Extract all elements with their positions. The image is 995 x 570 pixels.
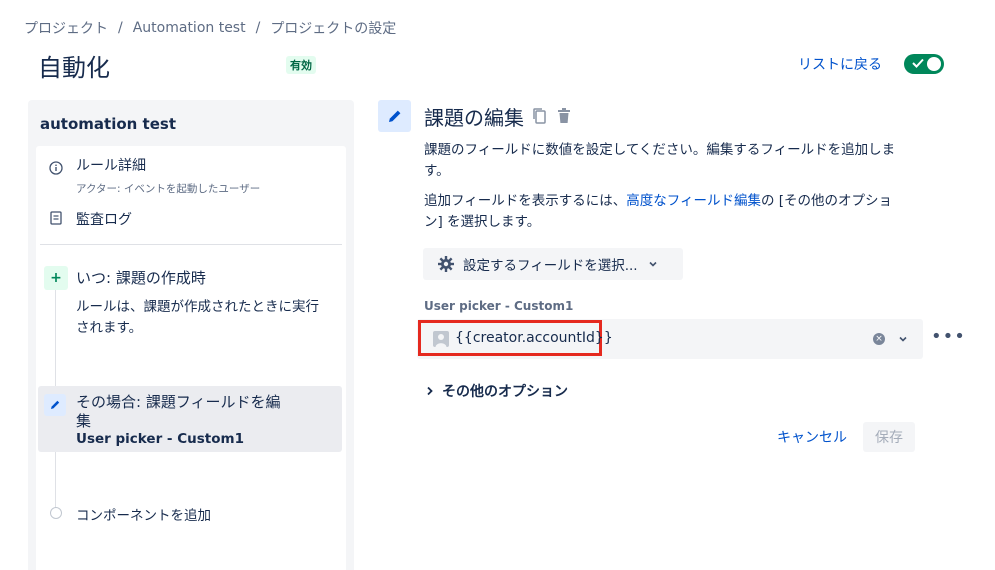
hint-suffix: の [その他のオプショ [760, 193, 893, 209]
rule-name: automation test [40, 115, 176, 133]
more-options-toggle[interactable]: その他のオプション [426, 381, 568, 401]
user-picker-value: {{creator.accountId}} [455, 330, 613, 346]
info-icon [48, 160, 64, 176]
plus-icon: + [44, 266, 68, 290]
audit-log-link[interactable]: 監査ログ [76, 209, 132, 229]
breadcrumb-separator: / [118, 20, 123, 36]
hint-line2: ン] を選択します。 [424, 214, 541, 230]
check-icon [912, 58, 924, 68]
avatar-icon [433, 331, 449, 347]
action-title-line1: その場合: 課題フィールドを編 [76, 393, 281, 411]
pencil-icon [44, 394, 66, 416]
add-component-link[interactable]: コンポーネントを追加 [76, 504, 211, 524]
toggle-knob [927, 57, 941, 71]
trigger-desc-line2: されます。 [76, 320, 143, 336]
status-badge: 有効 [286, 56, 316, 74]
save-button[interactable]: 保存 [863, 422, 915, 452]
document-icon [48, 210, 64, 226]
editor-title: 課題の編集 [424, 106, 524, 130]
divider [40, 244, 342, 245]
breadcrumb-projects[interactable]: プロジェクト [24, 18, 108, 38]
add-component-dot-icon [50, 507, 62, 519]
more-options-label: その他のオプション [442, 384, 568, 400]
hint-prefix: 追加フィールドを表示するには、 [424, 193, 627, 209]
page-title: 自動化 [38, 54, 110, 82]
rule-enabled-toggle[interactable] [904, 54, 944, 74]
editor-desc-line1: 課題のフィールドに数値を設定してください。編集するフィールドを追加しま [424, 142, 896, 158]
copy-icon[interactable] [532, 107, 548, 125]
clear-icon[interactable]: × [873, 333, 885, 345]
rule-actor-text: アクター: イベントを起動したユーザー [76, 183, 261, 195]
editor-advanced-hint: 追加フィールドを表示するには、高度なフィールド編集の [その他のオプショ ン] … [424, 191, 914, 233]
chevron-down-icon [649, 261, 657, 267]
action-field-name: User picker - Custom1 [76, 431, 244, 447]
breadcrumb: プロジェクト / Automation test / プロジェクトの設定 [24, 18, 396, 38]
user-picker-field[interactable]: {{creator.accountId}} × [417, 319, 923, 359]
back-to-list-link[interactable]: リストに戻る [798, 54, 882, 74]
cancel-button[interactable]: キャンセル [772, 422, 852, 452]
select-fields-button[interactable]: 設定するフィールドを選択... [423, 248, 683, 280]
field-label: User picker - Custom1 [424, 299, 574, 313]
more-actions-icon[interactable]: ••• [931, 326, 966, 347]
editor-description: 課題のフィールドに数値を設定してください。編集するフィールドを追加しま す。 [424, 140, 914, 182]
trigger-desc-line1: ルールは、課題が作成されたときに実行 [76, 299, 319, 315]
breadcrumb-settings[interactable]: プロジェクトの設定 [270, 18, 396, 38]
breadcrumb-project[interactable]: Automation test [133, 20, 246, 36]
gear-icon [438, 256, 454, 272]
trash-icon[interactable] [556, 107, 572, 125]
chevron-down-icon[interactable] [897, 333, 909, 345]
chevron-right-icon [427, 386, 433, 396]
edit-pencil-icon [378, 100, 411, 132]
breadcrumb-separator: / [255, 20, 261, 36]
action-title-line2: 集 [76, 412, 92, 430]
editor-desc-line2: す。 [424, 163, 450, 179]
action-component-selected[interactable]: その場合: 課題フィールドを編 集 User picker - Custom1 [38, 386, 342, 452]
rule-details-link[interactable]: ルール詳細 [76, 155, 146, 175]
rule-sidebar: automation test ルール詳細 アクター: イベントを起動したユーザ… [28, 100, 354, 570]
advanced-field-edit-link[interactable]: 高度なフィールド編集 [626, 193, 761, 209]
select-fields-label: 設定するフィールドを選択... [463, 258, 638, 274]
trigger-title[interactable]: いつ: 課題の作成時 [76, 267, 206, 288]
rule-components-list: ルール詳細 アクター: イベントを起動したユーザー 監査ログ + いつ: 課題の… [36, 146, 346, 570]
